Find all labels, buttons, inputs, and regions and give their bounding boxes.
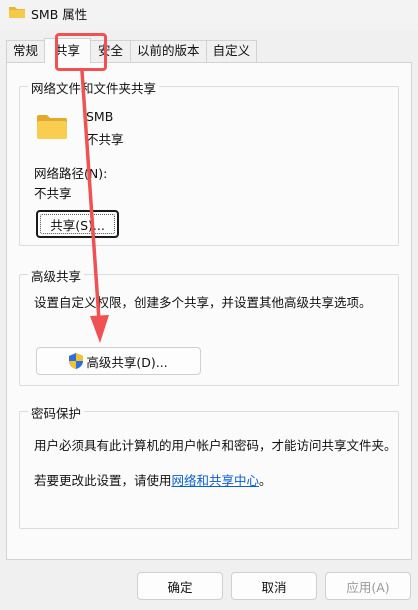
share-button[interactable]: 共享(S)... [36, 210, 119, 238]
password-protection-group: 密码保护 用户必须具有此计算机的用户帐户和密码，才能访问共享文件夹。 若要更改此… [19, 403, 399, 529]
ok-button[interactable]: 确定 [137, 572, 223, 600]
title-bar: SMB 属性 [0, 0, 418, 30]
tab-previous-versions[interactable]: 以前的版本 [130, 40, 207, 62]
tab-customize[interactable]: 自定义 [205, 40, 258, 62]
change-setting-prefix: 若要更改此设置，请使用 [34, 473, 172, 488]
tab-general[interactable]: 常规 [6, 40, 46, 62]
change-setting-text: 若要更改此设置，请使用网络和共享中心。 [34, 470, 272, 489]
advanced-sharing-group: 高级共享 设置自定义权限，创建多个共享，并设置其他高级共享选项。 高级共享(D)… [19, 266, 399, 386]
tab-security[interactable]: 安全 [90, 40, 132, 62]
window-title: SMB 属性 [31, 7, 88, 22]
uac-shield-icon [69, 353, 84, 369]
advanced-sharing-button[interactable]: 高级共享(D)... [36, 347, 201, 375]
tab-sharing[interactable]: 共享 [44, 38, 92, 63]
network-sharing-center-link[interactable]: 网络和共享中心 [172, 473, 260, 488]
password-protection-title: 密码保护 [28, 403, 85, 422]
dialog-footer: 确定 取消 应用(A) [0, 562, 418, 610]
cancel-button[interactable]: 取消 [231, 572, 317, 600]
advanced-sharing-description: 设置自定义权限，创建多个共享，并设置其他高级共享选项。 [34, 295, 372, 310]
tab-strip: 常规 共享 安全 以前的版本 自定义 [6, 38, 258, 63]
password-protection-description: 用户必须具有此计算机的用户帐户和密码，才能访问共享文件夹。 [34, 438, 397, 453]
network-path-value: 不共享 [34, 186, 72, 201]
advanced-sharing-button-label: 高级共享(D)... [86, 354, 168, 370]
change-setting-suffix: 。 [259, 473, 272, 488]
apply-button[interactable]: 应用(A) [325, 572, 411, 600]
network-sharing-title: 网络文件和文件夹共享 [28, 78, 160, 97]
network-sharing-group: 网络文件和文件夹共享 SMB 不共享 网络路径(N): 不共享 共享(S)... [19, 78, 399, 246]
tab-panel-sharing: 网络文件和文件夹共享 SMB 不共享 网络路径(N): 不共享 共享(S)...… [6, 62, 412, 560]
folder-icon [9, 7, 25, 18]
folder-icon [37, 115, 67, 139]
folder-name: SMB [86, 109, 114, 124]
folder-share-status: 不共享 [86, 132, 124, 147]
advanced-sharing-title: 高级共享 [28, 266, 85, 285]
network-path-label: 网络路径(N): [34, 166, 108, 181]
